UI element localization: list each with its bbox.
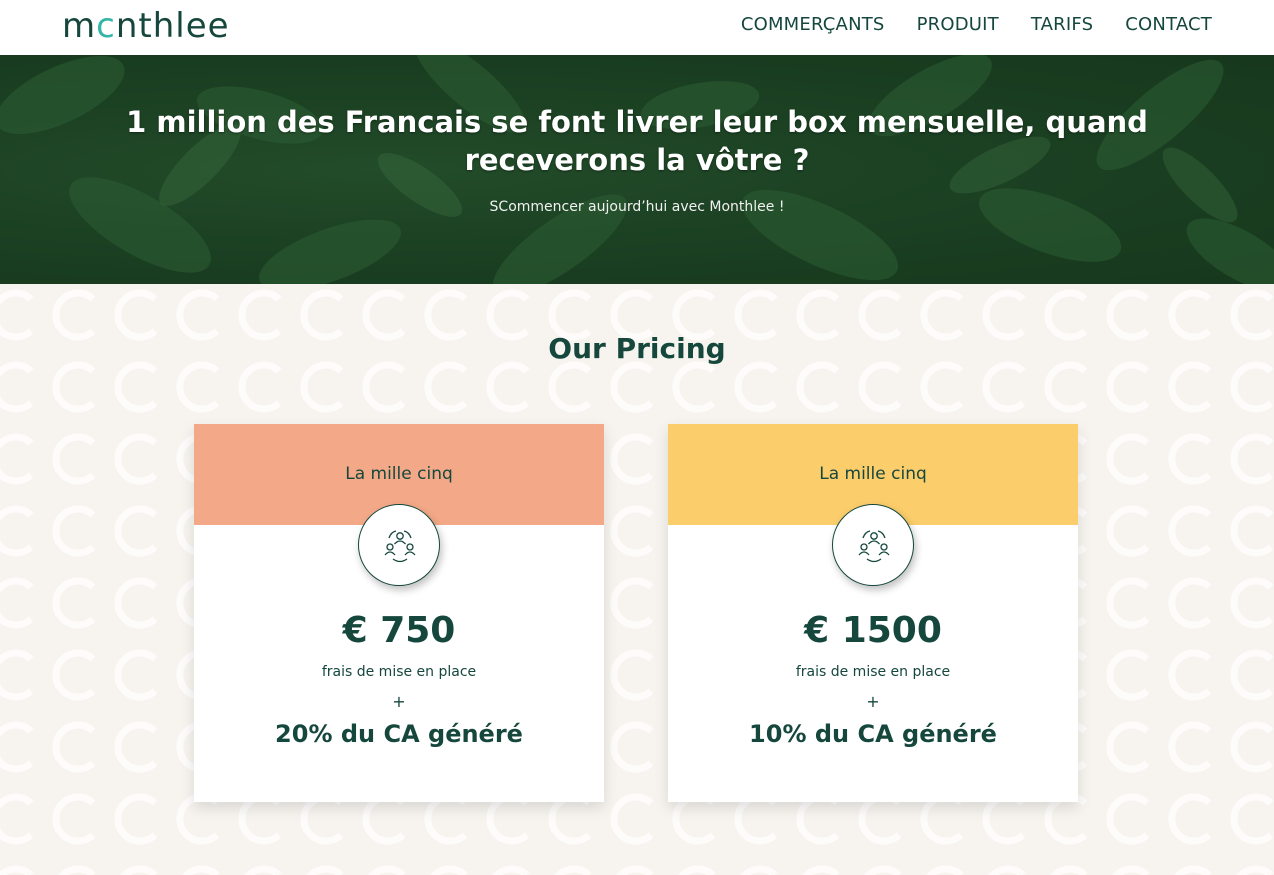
plan-icon-circle <box>832 504 914 586</box>
plan-setup-label: frais de mise en place <box>321 664 477 680</box>
main-nav: COMMERÇANTS PRODUIT TARIFS CONTACT <box>741 14 1212 35</box>
plan-name: La mille cinq <box>819 464 927 484</box>
pricing-title: Our Pricing <box>548 332 726 365</box>
pricing-section: Our Pricing La mille cinq € 750 frais de… <box>0 284 1274 875</box>
nav-link-commercants[interactable]: COMMERÇANTS <box>741 14 885 35</box>
pricing-card-1500[interactable]: La mille cinq € 1500 frais de mise en pl… <box>668 424 1078 802</box>
plan-name: La mille cinq <box>345 464 453 484</box>
plan-commission: 10% du CA généré <box>749 720 997 748</box>
logo-text-start: m <box>62 6 97 46</box>
logo-text-accent: c <box>96 6 116 46</box>
plan-price: € 1500 <box>804 610 942 651</box>
plan-plus-sign: + <box>392 692 406 711</box>
people-group-icon <box>858 530 890 563</box>
nav-link-contact[interactable]: CONTACT <box>1125 14 1212 35</box>
plan-price: € 750 <box>342 610 456 651</box>
hero-content: 1 million des Francais se font livrer le… <box>0 55 1274 284</box>
plan-plus-sign: + <box>866 692 880 711</box>
people-group-icon <box>384 530 416 563</box>
monthlee-logo[interactable]: mcnthlee <box>62 6 230 46</box>
logo-text-end: nthlee <box>115 6 230 46</box>
c-letter-background-pattern <box>0 284 1274 875</box>
plan-setup-label: frais de mise en place <box>795 664 951 680</box>
hero-title: 1 million des Francais se font livrer le… <box>126 105 1148 177</box>
pricing-card-750[interactable]: La mille cinq € 750 frais de mise en pla… <box>194 424 604 802</box>
nav-link-tarifs[interactable]: TARIFS <box>1031 14 1093 35</box>
hero-subtitle: SCommencer aujourd’hui avec Monthlee ! <box>489 199 785 215</box>
hero-banner: 1 million des Francais se font livrer le… <box>0 55 1274 284</box>
site-header: mcnthlee COMMERÇANTS PRODUIT TARIFS CONT… <box>0 0 1274 55</box>
plan-icon-circle <box>358 504 440 586</box>
nav-link-produit[interactable]: PRODUIT <box>917 14 999 35</box>
plan-commission: 20% du CA généré <box>275 720 523 748</box>
